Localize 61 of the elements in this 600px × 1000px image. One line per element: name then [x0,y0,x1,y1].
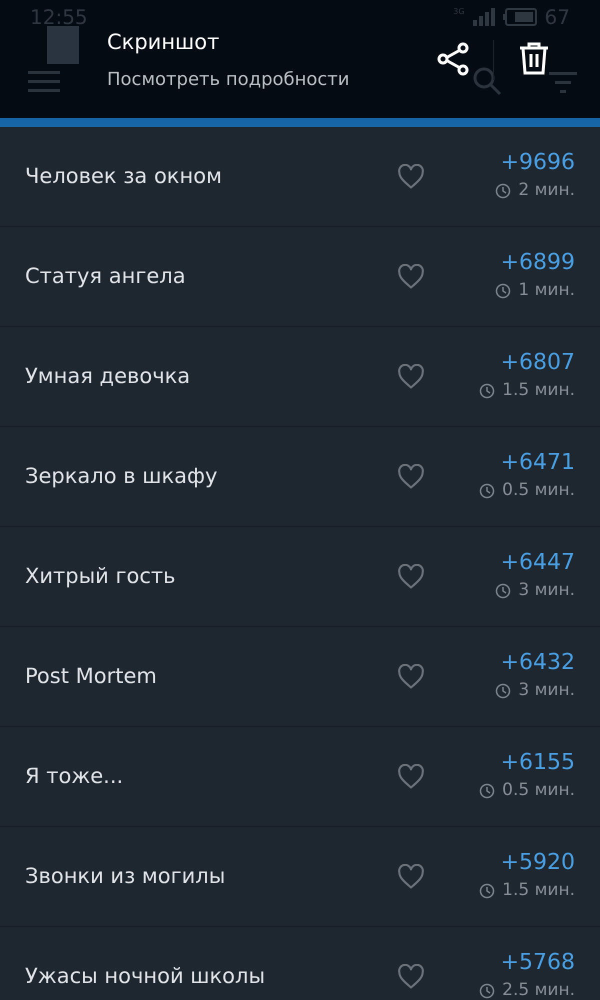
story-duration: 1.5 мин. [502,378,575,402]
heart-icon[interactable] [397,164,425,190]
notification-title: Скриншот [107,29,220,56]
story-score: +6807 [500,352,575,374]
story-score: +6447 [500,552,575,574]
clock-icon [479,482,496,498]
story-row[interactable]: Я тоже... +6155 0.5 мин. [0,727,600,827]
heart-icon[interactable] [397,764,425,790]
story-score: +9696 [500,152,575,174]
story-duration: 2.5 мин. [502,978,575,1000]
story-title: Статуя ангела [25,262,187,290]
clock-icon [495,182,512,198]
story-row[interactable]: Зеркало в шкафу +6471 0.5 мин. [0,427,600,527]
screenshot-thumbnail [47,26,79,64]
story-score: +6899 [500,252,575,274]
story-row[interactable]: Звонки из могилы +5920 1.5 мин. [0,827,600,927]
story-score: +6471 [500,452,575,474]
heart-icon[interactable] [397,464,425,490]
clock-icon [495,282,512,298]
story-row[interactable]: Человек за окном +9696 2 мин. [0,127,600,227]
story-score: +5768 [500,952,575,974]
story-duration: 2 мин. [518,178,575,202]
story-row[interactable]: Post Mortem +6432 3 мин. [0,627,600,727]
share-icon[interactable] [436,42,470,76]
heart-icon[interactable] [397,264,425,290]
story-duration: 1 мин. [518,278,575,302]
heart-icon[interactable] [397,964,425,990]
story-duration: 0.5 мин. [502,778,575,802]
story-duration: 3 мин. [518,578,575,602]
heart-icon[interactable] [397,564,425,590]
clock-icon [495,582,512,598]
clock-icon [479,782,496,798]
heart-icon[interactable] [397,364,425,390]
story-title: Зеркало в шкафу [25,462,218,490]
clock-icon [479,382,496,398]
story-row[interactable]: Ужасы ночной школы +5768 2.5 мин. [0,927,600,1000]
story-title: Звонки из могилы [25,862,226,890]
clock-icon [495,682,512,698]
trash-icon[interactable] [519,42,549,75]
story-score: +6155 [500,752,575,774]
heart-icon[interactable] [397,864,425,890]
story-title: Человек за окном [25,162,223,190]
story-row[interactable]: Умная девочка +6807 1.5 мин. [0,327,600,427]
story-row[interactable]: Хитрый гость +6447 3 мин. [0,527,600,627]
story-title: Хитрый гость [25,562,177,590]
story-row[interactable]: Статуя ангела +6899 1 мин. [0,227,600,327]
story-score: +6432 [500,652,575,674]
heart-icon[interactable] [397,664,425,690]
story-title: Ужасы ночной школы [25,962,266,990]
clock-icon [479,882,496,898]
story-duration: 1.5 мин. [502,878,575,902]
clock-icon [479,982,496,998]
story-duration: 3 мин. [518,678,575,702]
signal-icon [472,8,495,26]
story-title: Post Mortem [25,662,158,690]
story-title: Умная девочка [25,362,192,390]
battery-icon [502,8,537,26]
story-duration: 0.5 мин. [502,478,575,502]
notification-subtitle[interactable]: Посмотреть подробности [107,66,350,93]
story-score: +5920 [500,852,575,874]
story-title: Я тоже... [25,762,124,790]
